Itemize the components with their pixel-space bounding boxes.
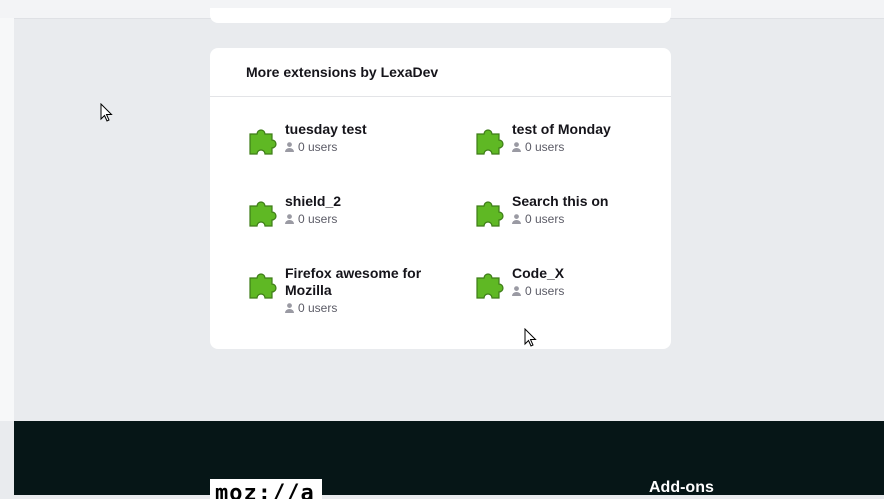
extension-name[interactable]: shield_2 bbox=[285, 193, 341, 210]
left-edge bbox=[0, 18, 14, 421]
user-count: 0 users bbox=[512, 284, 564, 298]
user-icon bbox=[512, 286, 521, 296]
user-count-text: 0 users bbox=[525, 140, 565, 154]
user-icon bbox=[285, 303, 294, 313]
user-count: 0 users bbox=[285, 212, 341, 226]
extension-name[interactable]: Code_X bbox=[512, 265, 564, 282]
extension-item[interactable]: tuesday test 0 users bbox=[246, 121, 436, 156]
extension-item[interactable]: Firefox awesome for Mozilla 0 users bbox=[246, 265, 436, 315]
user-icon bbox=[512, 214, 521, 224]
user-icon bbox=[285, 214, 294, 224]
user-icon bbox=[512, 142, 521, 152]
user-count: 0 users bbox=[285, 140, 367, 154]
previous-card-bottom bbox=[210, 8, 671, 23]
user-icon bbox=[285, 142, 294, 152]
puzzle-piece-icon bbox=[249, 129, 277, 155]
site-footer: moz://a Add-ons bbox=[14, 421, 884, 499]
puzzle-piece-icon bbox=[476, 129, 504, 155]
user-count-text: 0 users bbox=[525, 212, 565, 226]
user-count: 0 users bbox=[285, 301, 425, 315]
mozilla-logo[interactable]: moz://a bbox=[210, 479, 322, 499]
puzzle-piece-icon bbox=[476, 201, 504, 227]
user-count-text: 0 users bbox=[298, 212, 338, 226]
user-count-text: 0 users bbox=[298, 301, 338, 315]
user-count: 0 users bbox=[512, 212, 608, 226]
card-title: More extensions by LexaDev bbox=[210, 48, 671, 97]
extension-item[interactable]: shield_2 0 users bbox=[246, 193, 436, 228]
extension-item[interactable]: Code_X 0 users bbox=[473, 265, 663, 300]
mouse-cursor-icon bbox=[100, 103, 113, 122]
more-extensions-card: More extensions by LexaDev tuesday test … bbox=[210, 48, 671, 349]
extension-name[interactable]: tuesday test bbox=[285, 121, 367, 138]
puzzle-piece-icon bbox=[249, 201, 277, 227]
user-count-text: 0 users bbox=[525, 284, 565, 298]
puzzle-piece-icon bbox=[476, 273, 504, 299]
extension-item[interactable]: test of Monday 0 users bbox=[473, 121, 663, 156]
mouse-cursor-icon bbox=[524, 328, 537, 347]
footer-heading-add-ons: Add-ons bbox=[649, 479, 714, 496]
extension-name[interactable]: Search this on bbox=[512, 193, 608, 210]
extension-item[interactable]: Search this on 0 users bbox=[473, 193, 663, 228]
puzzle-piece-icon bbox=[249, 273, 277, 299]
extension-name[interactable]: test of Monday bbox=[512, 121, 611, 138]
user-count: 0 users bbox=[512, 140, 611, 154]
user-count-text: 0 users bbox=[298, 140, 338, 154]
extension-name[interactable]: Firefox awesome for Mozilla bbox=[285, 265, 425, 299]
